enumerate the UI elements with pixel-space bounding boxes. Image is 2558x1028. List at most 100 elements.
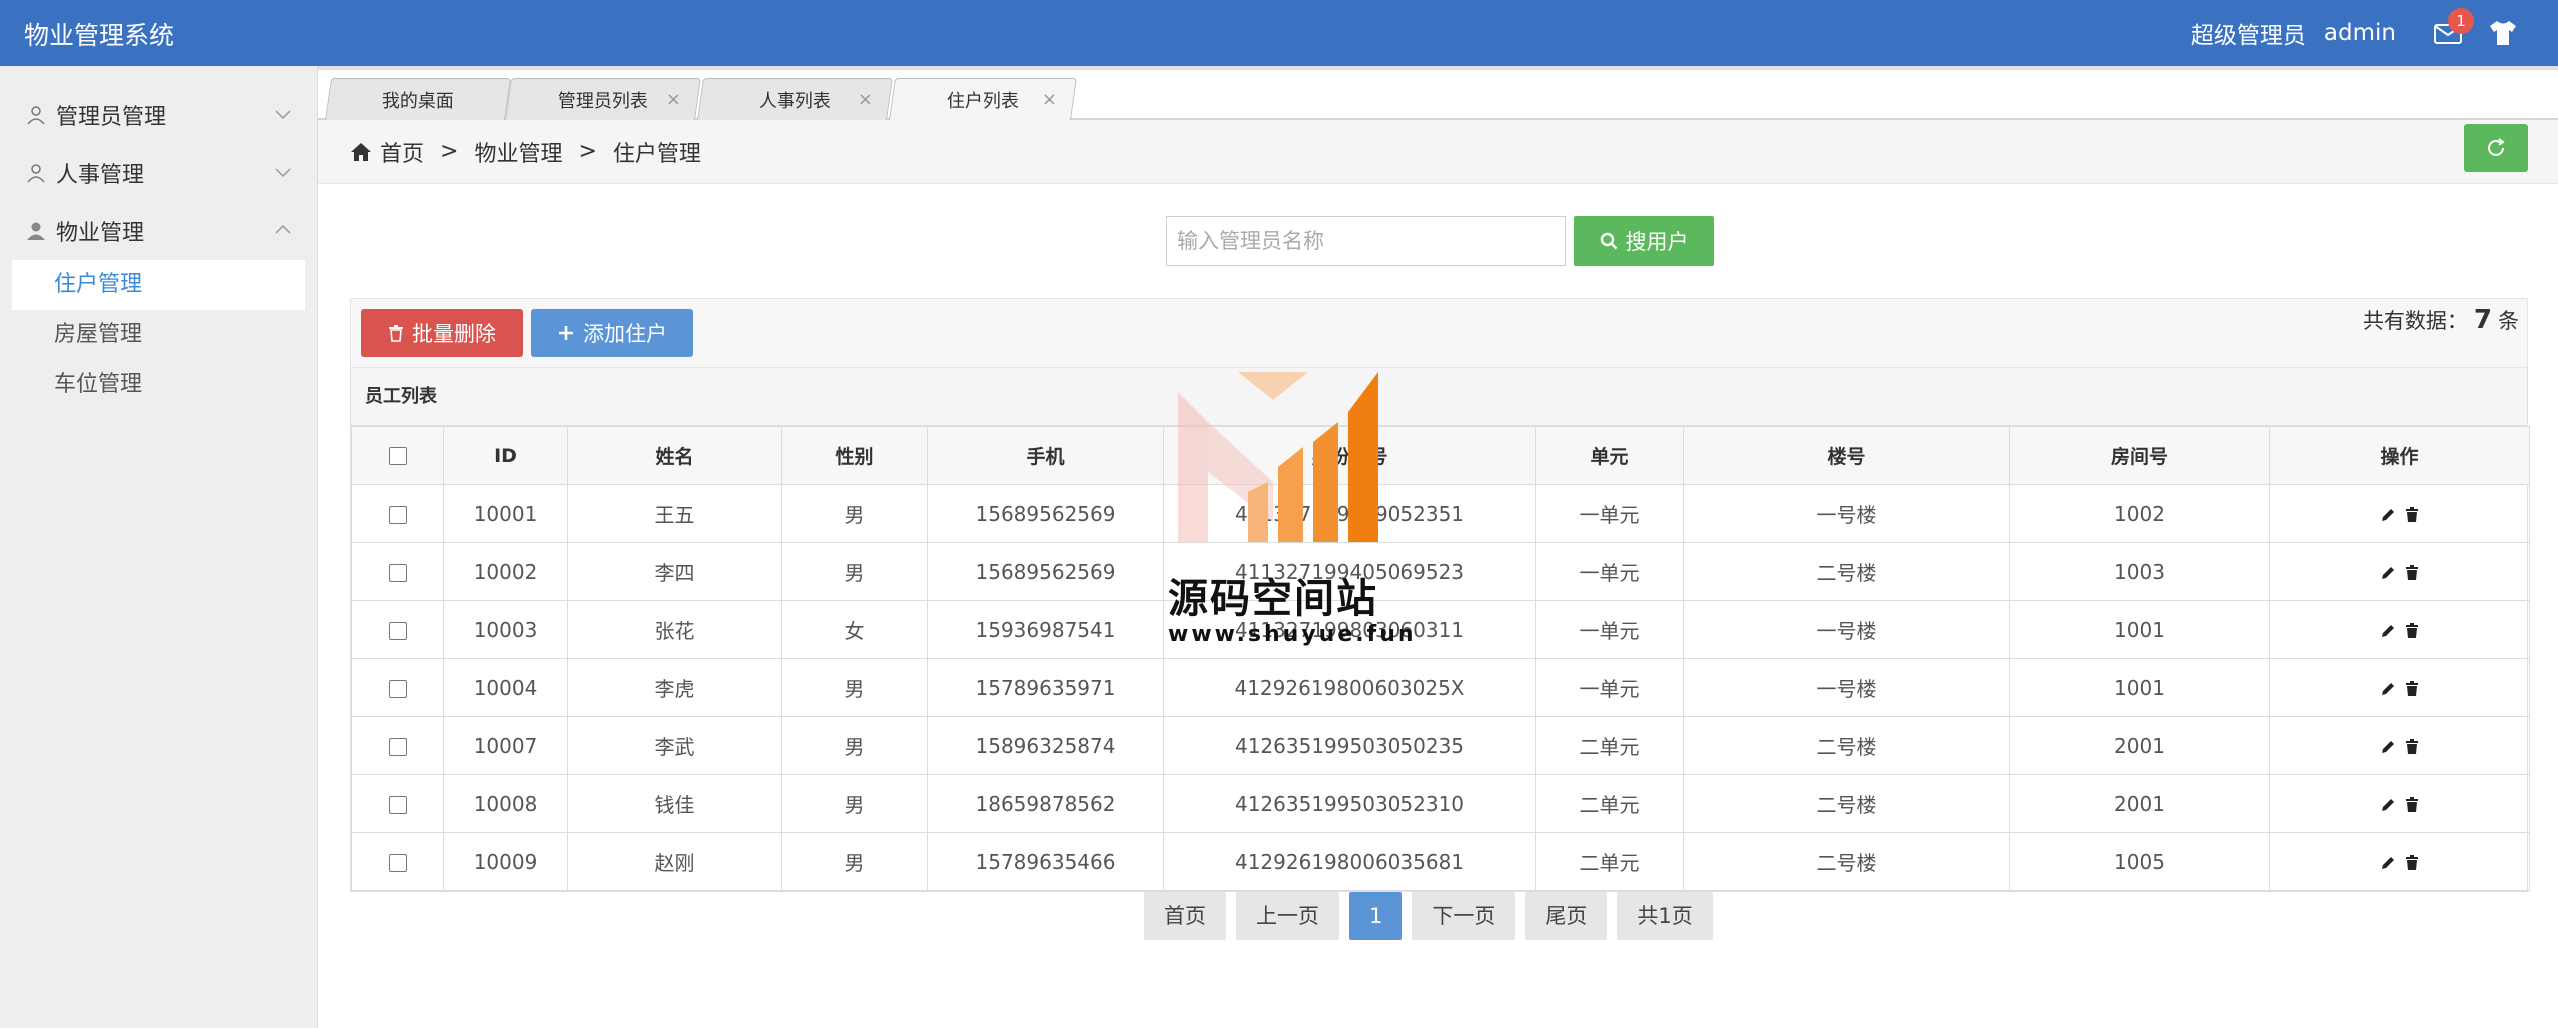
table-cell: 10001 [443, 484, 568, 543]
trash-icon[interactable] [2403, 564, 2421, 582]
close-icon[interactable]: × [666, 89, 681, 110]
refresh-button[interactable] [2464, 124, 2528, 172]
user-icon [27, 106, 45, 125]
add-resident-label: 添加住户 [583, 322, 667, 346]
table-cell: 1005 [2009, 832, 2270, 891]
page-prev[interactable]: 上一页 [1236, 892, 1339, 940]
tab-resident-list[interactable]: 住户列表 × [889, 78, 1077, 120]
row-checkbox[interactable] [388, 854, 407, 872]
page-last[interactable]: 尾页 [1525, 892, 1608, 940]
close-icon[interactable]: × [858, 89, 873, 110]
column-header: ID [443, 426, 568, 485]
sidebar-group-admin[interactable]: 管理员管理 [0, 86, 317, 144]
table-cell: 1001 [2009, 658, 2270, 717]
user-icon [27, 164, 45, 183]
table-cell: 15789635971 [927, 658, 1164, 717]
trash-icon[interactable] [2403, 854, 2421, 872]
tab-desktop[interactable]: 我的桌面 [325, 78, 511, 120]
batch-delete-button[interactable]: 批量删除 [361, 309, 523, 357]
table-cell: 15689562569 [927, 542, 1164, 601]
search-button[interactable]: 搜用户 [1574, 216, 1714, 266]
edit-icon[interactable] [2379, 564, 2397, 582]
row-checkbox[interactable] [388, 622, 407, 640]
select-all-checkbox[interactable] [388, 447, 407, 465]
table-row: 10007 李武男 15896325874 412635199503050235 二单元… [351, 716, 2530, 775]
table-cell: 男 [781, 774, 928, 833]
table-cell: 10009 [443, 832, 568, 891]
table-cell: 钱佳 [567, 774, 782, 833]
table-cell: 二单元 [1535, 832, 1684, 891]
column-header: 房间号 [2009, 426, 2270, 485]
row-select-cell [351, 484, 444, 543]
action-bar: 批量删除 添加住户 共有数据： 7 条 [350, 298, 2528, 368]
trash-icon[interactable] [2403, 738, 2421, 756]
breadcrumb-home[interactable]: 首页 [380, 136, 424, 168]
sidebar-group-property[interactable]: 物业管理 [0, 202, 317, 260]
tab-admin-list[interactable]: 管理员列表 × [505, 78, 701, 120]
table-header-row: ID 姓名 性别 手机 身份证号 单元 楼号 房间号 操作 [351, 426, 2530, 485]
table-body: 10001 王五男 15689562569 411327199509052351 一单元… [351, 484, 2530, 891]
row-checkbox[interactable] [388, 796, 407, 814]
sidebar-item-resident[interactable]: 住户管理 [12, 260, 305, 310]
table-row: 10009 赵刚男 15789635466 412926198006035681 二单元… [351, 832, 2530, 891]
row-actions [2269, 832, 2530, 891]
table-cell: 二单元 [1535, 716, 1684, 775]
trash-icon[interactable] [2403, 622, 2421, 640]
table-cell: 10003 [443, 600, 568, 659]
table-cell: 一号楼 [1683, 658, 2010, 717]
trash-icon[interactable] [2403, 680, 2421, 698]
user-name[interactable]: admin [2324, 20, 2396, 46]
mail-button[interactable]: 1 [2430, 8, 2474, 48]
table-cell: 男 [781, 658, 928, 717]
table-cell: 一号楼 [1683, 600, 2010, 659]
page-first[interactable]: 首页 [1144, 892, 1226, 940]
breadcrumb: 首页 > 物业管理 > 住户管理 [318, 120, 2558, 184]
row-checkbox[interactable] [388, 564, 407, 582]
table-cell: 二号楼 [1683, 542, 2010, 601]
add-resident-button[interactable]: 添加住户 [531, 309, 693, 357]
column-header: 身份证号 [1163, 426, 1536, 485]
sidebar-group-label: 管理员管理 [56, 105, 167, 130]
refresh-icon [2488, 138, 2505, 156]
breadcrumb-sep: > [440, 139, 459, 164]
tab-bar: 我的桌面 管理员列表 × 人事列表 × 住户列表 × [318, 66, 2558, 120]
tab-label: 我的桌面 [381, 90, 454, 112]
breadcrumb-level2: 住户管理 [612, 141, 701, 167]
sidebar-group-hr[interactable]: 人事管理 [0, 144, 317, 202]
table-cell: 赵刚 [567, 832, 782, 891]
edit-icon[interactable] [2379, 506, 2397, 524]
edit-icon[interactable] [2379, 854, 2397, 872]
edit-icon[interactable] [2379, 622, 2397, 640]
row-actions [2269, 542, 2530, 601]
pagination: 首页 上一页 1 下一页 尾页 共1页 [1144, 892, 1713, 940]
breadcrumb-level1[interactable]: 物业管理 [474, 136, 562, 168]
search-input[interactable] [1166, 216, 1566, 266]
table-cell: 412635199503050235 [1163, 716, 1536, 775]
row-checkbox[interactable] [388, 738, 407, 756]
table-cell: 18659878562 [927, 774, 1164, 833]
edit-icon[interactable] [2379, 796, 2397, 814]
table-cell: 1002 [2009, 484, 2270, 543]
page-next[interactable]: 下一页 [1412, 892, 1516, 940]
column-header: 手机 [927, 426, 1164, 485]
trash-icon[interactable] [2403, 506, 2421, 524]
sidebar-item-house[interactable]: 房屋管理 [12, 310, 305, 360]
trash-icon[interactable] [2403, 796, 2421, 814]
shirt-icon[interactable] [2488, 19, 2518, 47]
page-current[interactable]: 1 [1349, 892, 1403, 940]
tab-hr-list[interactable]: 人事列表 × [697, 78, 893, 120]
table-cell: 男 [781, 832, 928, 891]
edit-icon[interactable] [2379, 738, 2397, 756]
row-checkbox[interactable] [388, 680, 407, 698]
edit-icon[interactable] [2379, 680, 2397, 698]
search-button-label: 搜用户 [1625, 230, 1689, 254]
sidebar-item-parking[interactable]: 车位管理 [12, 360, 305, 410]
close-icon[interactable]: × [1042, 89, 1057, 110]
table-cell: 男 [781, 542, 928, 601]
table-row: 10002 李四男 15689562569 411327199405069523 一单元… [351, 542, 2530, 601]
column-header: 性别 [781, 426, 928, 485]
column-header: 姓名 [567, 426, 782, 485]
table-row: 10003 张花女 15936987541 411327199803060311 一单元… [351, 600, 2530, 659]
table-cell: 女 [781, 600, 928, 659]
row-checkbox[interactable] [388, 506, 407, 524]
